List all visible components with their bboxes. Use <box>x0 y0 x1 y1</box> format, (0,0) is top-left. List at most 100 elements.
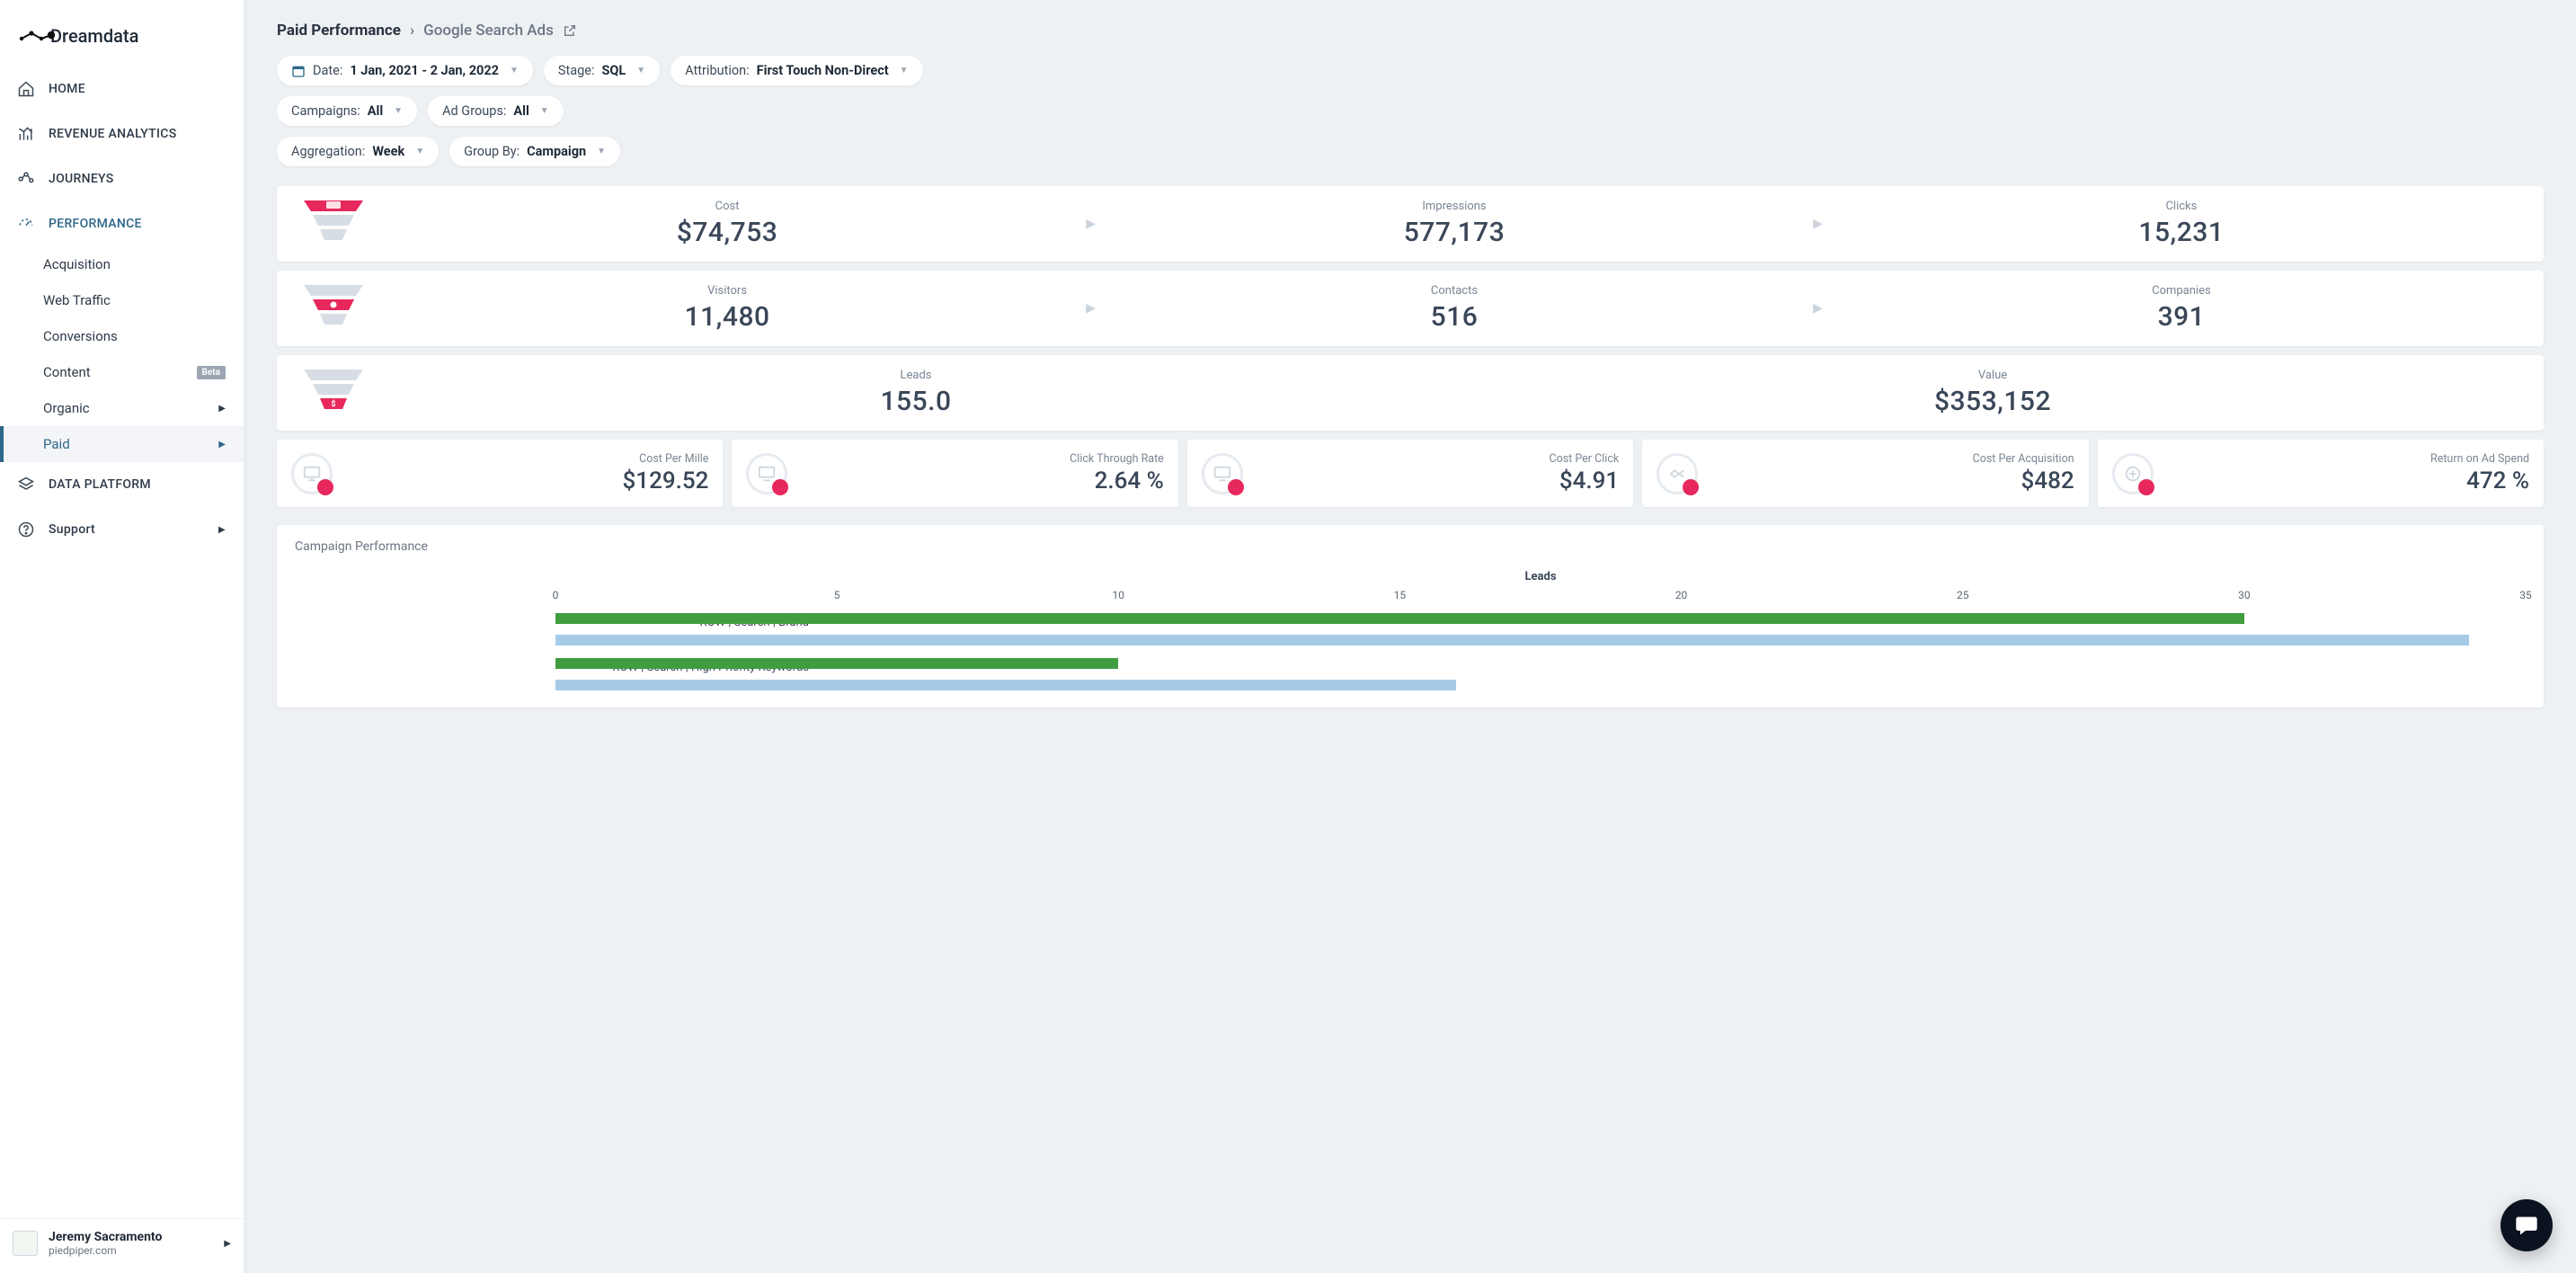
chevron-down-icon: ▼ <box>900 66 909 76</box>
chart-area: 05101520253035 ROW | Search | BrandROW |… <box>295 589 2526 699</box>
layers-icon <box>16 475 36 494</box>
filter-bar: Date: 1 Jan, 2021 - 2 Jan, 2022 ▼ Stage:… <box>277 56 2544 85</box>
nav-web-traffic[interactable]: Web Traffic <box>0 282 244 318</box>
kpi-roas: Return on Ad Spend 472 % <box>2098 440 2544 507</box>
metric-impressions: Impressions 577,173 <box>1108 200 1800 248</box>
breadcrumb: Paid Performance › Google Search Ads <box>277 22 2544 40</box>
kpi-value: $4.91 <box>1252 467 1619 494</box>
nav-organic[interactable]: Organic ▶ <box>0 390 244 426</box>
axis-tick: 35 <box>2519 589 2532 601</box>
metric-value: 577,173 <box>1108 217 1800 248</box>
chart-title: Leads <box>555 570 2526 583</box>
filter-value: 1 Jan, 2021 - 2 Jan, 2022 <box>350 63 499 78</box>
filter-value: SQL <box>602 63 626 78</box>
chevron-down-icon: ▼ <box>394 106 403 116</box>
main-content: Paid Performance › Google Search Ads Dat… <box>244 0 2576 1273</box>
nav-content[interactable]: Content Beta <box>0 354 244 390</box>
filter-campaigns[interactable]: Campaigns: All ▼ <box>277 96 417 126</box>
filter-label: Stage: <box>558 63 595 78</box>
metric-value: 11,480 <box>381 301 1073 333</box>
nav-sub-label: Web Traffic <box>43 292 111 308</box>
filter-aggregation[interactable]: Aggregation: Week ▼ <box>277 137 439 166</box>
user-menu[interactable]: Jeremy Sacramento piedpiper.com ▶ <box>0 1218 244 1273</box>
chat-button[interactable] <box>2500 1199 2553 1251</box>
filter-label: Ad Groups: <box>442 103 506 119</box>
metric-cost: Cost $74,753 <box>381 200 1073 248</box>
nav-label: Support <box>49 522 95 537</box>
brand-name: Dreamdata <box>50 25 138 47</box>
filter-value: Week <box>372 144 404 159</box>
nav-journeys[interactable]: JOURNEYS <box>0 156 244 201</box>
filter-adgroups[interactable]: Ad Groups: All ▼ <box>428 96 564 126</box>
nav-performance[interactable]: PERFORMANCE <box>0 201 244 246</box>
primary-nav: HOME REVENUE ANALYTICS JOURNEYS PERFORMA… <box>0 67 244 1218</box>
filter-date[interactable]: Date: 1 Jan, 2021 - 2 Jan, 2022 ▼ <box>277 56 533 85</box>
help-icon <box>16 520 36 539</box>
filter-stage[interactable]: Stage: SQL ▼ <box>544 56 660 85</box>
breadcrumb-root[interactable]: Paid Performance <box>277 22 401 40</box>
filter-label: Attribution: <box>685 63 749 78</box>
svg-text:$: $ <box>331 399 335 409</box>
return-percent-icon <box>2112 453 2154 494</box>
metric-value: 391 <box>1835 301 2527 333</box>
caret-right-icon: ▶ <box>218 440 226 450</box>
metric-leads: Leads 155.0 <box>381 369 1451 417</box>
filter-value: All <box>368 103 383 119</box>
metric-value-dollar: Value $353,152 <box>1458 369 2527 417</box>
nav-conversions[interactable]: Conversions <box>0 318 244 354</box>
chart-x-axis: 05101520253035 <box>555 589 2526 605</box>
handshake-icon <box>1657 453 1698 494</box>
axis-tick: 5 <box>834 589 840 601</box>
kpi-label: Click Through Rate <box>796 452 1163 466</box>
external-link-icon[interactable] <box>563 23 577 38</box>
kpi-row: Cost Per Mille $129.52 Click Through Rat… <box>277 440 2544 507</box>
kpi-label: Cost Per Click <box>1252 452 1619 466</box>
filter-value: Campaign <box>527 144 586 159</box>
kpi-value: $129.52 <box>342 467 708 494</box>
filter-value: All <box>513 103 529 119</box>
home-icon <box>16 79 36 99</box>
nav-support[interactable]: Support ▶ <box>0 507 244 552</box>
kpi-cpc: Cost Per Click $4.91 <box>1187 440 1633 507</box>
nav-data-platform[interactable]: DATA PLATFORM <box>0 462 244 507</box>
metric-value: $74,753 <box>381 217 1073 248</box>
filter-groupby[interactable]: Group By: Campaign ▼ <box>449 137 620 166</box>
nav-sub-label: Paid <box>43 436 70 452</box>
axis-tick: 15 <box>1394 589 1407 601</box>
nav-revenue-analytics[interactable]: REVENUE ANALYTICS <box>0 111 244 156</box>
analytics-icon <box>16 124 36 144</box>
kpi-ctr: Click Through Rate 2.64 % <box>732 440 1177 507</box>
sidebar: Dreamdata HOME REVENUE ANALYTICS JOURNEY… <box>0 0 244 1273</box>
nav-label: DATA PLATFORM <box>49 477 151 492</box>
filter-value: First Touch Non-Direct <box>757 63 889 78</box>
metric-label: Clicks <box>1835 200 2527 213</box>
nav-paid[interactable]: Paid ▶ <box>0 426 244 462</box>
funnel-icon <box>293 283 374 334</box>
bar-green <box>555 658 1118 669</box>
metric-label: Leads <box>381 369 1451 382</box>
bar-blue <box>555 635 2469 645</box>
filter-label: Campaigns: <box>291 103 360 119</box>
filter-bar-3: Aggregation: Week ▼ Group By: Campaign ▼ <box>277 137 2544 166</box>
filter-label: Date: <box>313 63 342 78</box>
journeys-icon <box>16 169 36 189</box>
axis-tick: 20 <box>1675 589 1688 601</box>
beta-badge: Beta <box>197 366 226 379</box>
funnel-row-visitors: Visitors 11,480 ▶ Contacts 516 ▶ Compani… <box>277 271 2544 346</box>
chart-row: ROW | Search | High Priority Keywords <box>555 655 2526 699</box>
nav-label: PERFORMANCE <box>49 217 142 231</box>
funnel-cards: Cost $74,753 ▶ Impressions 577,173 ▶ Cli… <box>277 186 2544 708</box>
brand-logo[interactable]: Dreamdata <box>0 0 244 67</box>
metric-label: Contacts <box>1108 284 1800 298</box>
monitor-percent-icon <box>746 453 787 494</box>
funnel-icon <box>293 199 374 249</box>
nav-home[interactable]: HOME <box>0 67 244 111</box>
chart-row: ROW | Search | Brand <box>555 610 2526 654</box>
filter-bar-2: Campaigns: All ▼ Ad Groups: All ▼ <box>277 96 2544 126</box>
chart-bars: ROW | Search | BrandROW | Search | High … <box>555 610 2526 699</box>
funnel-icon: $ <box>293 368 374 418</box>
kpi-value: $482 <box>1707 467 2074 494</box>
filter-attribution[interactable]: Attribution: First Touch Non-Direct ▼ <box>671 56 922 85</box>
caret-right-icon: ▶ <box>224 1239 231 1249</box>
nav-acquisition[interactable]: Acquisition <box>0 246 244 282</box>
